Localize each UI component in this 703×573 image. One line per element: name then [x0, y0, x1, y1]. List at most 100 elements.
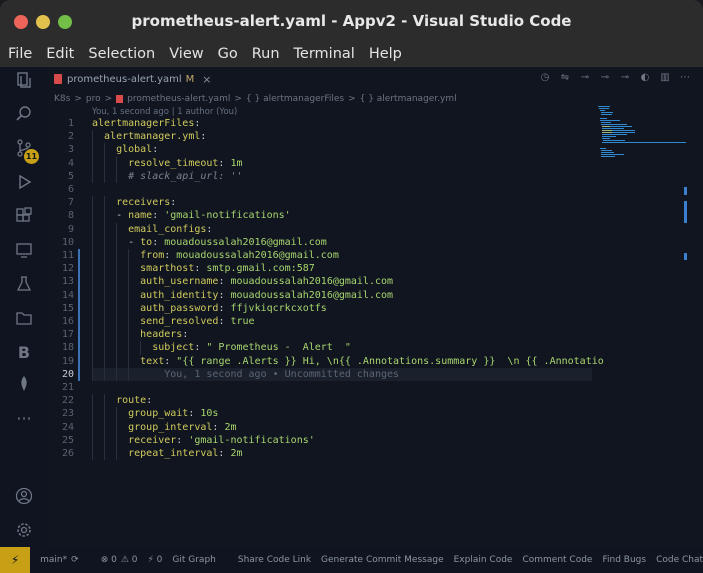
timeline-icon[interactable]: ◷: [539, 72, 551, 84]
breadcrumb-pro[interactable]: pro: [86, 94, 101, 104]
editor-area: prometheus-alert.yaml M × ◷ ⇋ ⊸ ⊸ ⊸ ◐ ▥ …: [46, 67, 703, 547]
more-icon[interactable]: ···: [14, 409, 34, 429]
code-line[interactable]: 4 resolve_timeout: 1m: [46, 156, 606, 170]
window-title: prometheus-alert.yaml - Appv2 - Visual S…: [131, 11, 572, 30]
breadcrumb-k8s[interactable]: K8s: [54, 94, 70, 104]
code-line[interactable]: 8 - name: 'gmail-notifications': [46, 209, 606, 223]
menu-file[interactable]: File: [8, 46, 32, 62]
previous-change-icon[interactable]: ⊸: [579, 72, 591, 84]
menu-help[interactable]: Help: [369, 46, 402, 62]
line-number: 2: [67, 131, 74, 143]
indent-guide: [92, 394, 93, 408]
menu-terminal[interactable]: Terminal: [294, 46, 355, 62]
minimap[interactable]: [596, 104, 686, 174]
gutter-modified-marker[interactable]: [78, 301, 80, 315]
codelens-blame[interactable]: You, 1 second ago | 1 author (You): [92, 107, 237, 117]
git-commit-icon[interactable]: ⊸: [599, 72, 611, 84]
status-generate-commit-message[interactable]: Generate Commit Message: [321, 555, 444, 565]
menu-view[interactable]: View: [169, 46, 203, 62]
menu-go[interactable]: Go: [218, 46, 238, 62]
folder-icon[interactable]: [14, 309, 34, 329]
more-actions-icon[interactable]: ⋯: [679, 72, 691, 84]
yaml-punctuation: :: [146, 395, 153, 407]
code-line[interactable]: 6: [46, 183, 606, 196]
code-line[interactable]: 25 receiver: 'gmail-notifications': [46, 433, 606, 447]
breadcrumb-alertmanager-files[interactable]: { } alertmanagerFiles: [246, 94, 344, 104]
code-line[interactable]: 15 auth_password: ffjvkiqcrkcxotfs: [46, 301, 606, 315]
compare-icon[interactable]: ⇋: [559, 72, 571, 84]
preview-icon[interactable]: ◐: [639, 72, 651, 84]
tab-prometheus-alert[interactable]: prometheus-alert.yaml M ×: [54, 69, 212, 89]
tab-close-icon[interactable]: ×: [202, 73, 211, 86]
gutter-modified-marker[interactable]: [78, 367, 80, 381]
code-line[interactable]: 10 - to: mouadoussalah2016@gmail.com: [46, 235, 606, 249]
code-line[interactable]: 18 subject: " Prometheus - Alert ": [46, 341, 606, 355]
menu-run[interactable]: Run: [252, 46, 280, 62]
code-line[interactable]: 5 # slack_api_url: '': [46, 169, 606, 183]
search-icon[interactable]: [14, 105, 34, 125]
code-line[interactable]: 16 send_resolved: true: [46, 315, 606, 329]
menu-selection[interactable]: Selection: [88, 46, 155, 62]
breadcrumb-file[interactable]: prometheus-alert.yaml: [127, 94, 230, 104]
gutter-modified-marker[interactable]: [78, 315, 80, 329]
code-line[interactable]: 24 group_interval: 2m: [46, 420, 606, 434]
menu-edit[interactable]: Edit: [46, 46, 74, 62]
branch-indicator[interactable]: main*: [40, 555, 67, 565]
code-editor[interactable]: 1 alertmanagerFiles: 2 alertmanager.yml: 3 gl…: [46, 117, 606, 537]
minimize-window-button[interactable]: [36, 15, 50, 29]
indent-guide: [104, 433, 106, 447]
explorer-icon[interactable]: [14, 71, 34, 91]
status-code-chat[interactable]: Code Chat: [656, 555, 703, 565]
status-explain-code[interactable]: Explain Code: [454, 555, 513, 565]
gutter-modified-marker[interactable]: [78, 341, 80, 355]
b-icon[interactable]: B: [14, 343, 34, 363]
gutter-modified-marker[interactable]: [78, 354, 80, 368]
run-debug-icon[interactable]: [14, 173, 34, 193]
mongodb-icon[interactable]: [14, 375, 34, 395]
testing-icon[interactable]: [14, 275, 34, 295]
problems-errors[interactable]: ⊗ 0: [101, 555, 117, 565]
gutter-modified-marker[interactable]: [78, 249, 80, 263]
code-line[interactable]: 14 auth_identity: mouadoussalah2016@gmail…: [46, 288, 606, 302]
extensions-icon[interactable]: [14, 207, 34, 227]
gutter-modified-marker[interactable]: [78, 288, 80, 302]
status-git-graph[interactable]: Git Graph: [172, 555, 215, 565]
gutter-modified-marker[interactable]: [78, 328, 80, 342]
gutter-modified-marker[interactable]: [78, 262, 80, 276]
sync-icon[interactable]: ⟳: [71, 555, 79, 565]
code-line[interactable]: 21: [46, 381, 606, 394]
status-find-bugs[interactable]: Find Bugs: [602, 555, 646, 565]
code-line[interactable]: 9 email_configs:: [46, 222, 606, 236]
code-line[interactable]: 3 global:: [46, 143, 606, 157]
code-line[interactable]: 11 from: mouadoussalah2016@gmail.com: [46, 249, 606, 263]
indent-guide: [92, 354, 93, 368]
gutter-modified-marker[interactable]: [78, 275, 80, 289]
code-line[interactable]: 13 auth_username: mouadoussalah2016@gmail…: [46, 275, 606, 289]
code-line[interactable]: 22 route:: [46, 394, 606, 408]
maximize-window-button[interactable]: [58, 15, 72, 29]
status-share-code-link[interactable]: Share Code Link: [238, 555, 311, 565]
remote-indicator[interactable]: ⚡: [0, 547, 31, 573]
code-line[interactable]: 12 smarthost: smtp.gmail.com:587: [46, 262, 606, 276]
yaml-key: from: [140, 250, 165, 261]
yaml-value: mouadoussalah2016@gmail.com: [164, 236, 327, 248]
ports-indicator[interactable]: ⚡ 0: [147, 555, 162, 565]
problems-warnings[interactable]: ⚠ 0: [121, 555, 138, 565]
status-comment-code[interactable]: Comment Code: [522, 555, 592, 565]
close-window-button[interactable]: [14, 15, 28, 29]
remote-explorer-icon[interactable]: [14, 241, 34, 261]
account-icon[interactable]: [14, 487, 34, 507]
code-line[interactable]: 1 alertmanagerFiles:: [46, 117, 606, 130]
code-line[interactable]: 23 group_wait: 10s: [46, 407, 606, 421]
settings-icon[interactable]: [14, 521, 34, 541]
split-editor-icon[interactable]: ▥: [659, 72, 671, 84]
code-line[interactable]: 17 headers:: [46, 328, 606, 342]
code-line[interactable]: 19 text: "{{ range .Alerts }} Hi, \n{{ .A…: [46, 354, 606, 368]
code-line-active[interactable]: 20 You, 1 second ago • Uncommitted chang…: [46, 367, 606, 381]
next-change-icon[interactable]: ⊸: [619, 72, 631, 84]
line-number: 8: [67, 210, 74, 222]
breadcrumb-alertmanager-yml[interactable]: { } alertmanager.yml: [360, 94, 457, 104]
code-line[interactable]: 26 repeat_interval: 2m: [46, 447, 606, 461]
code-line[interactable]: 7 receivers:: [46, 196, 606, 210]
code-line[interactable]: 2 alertmanager.yml:: [46, 130, 606, 144]
